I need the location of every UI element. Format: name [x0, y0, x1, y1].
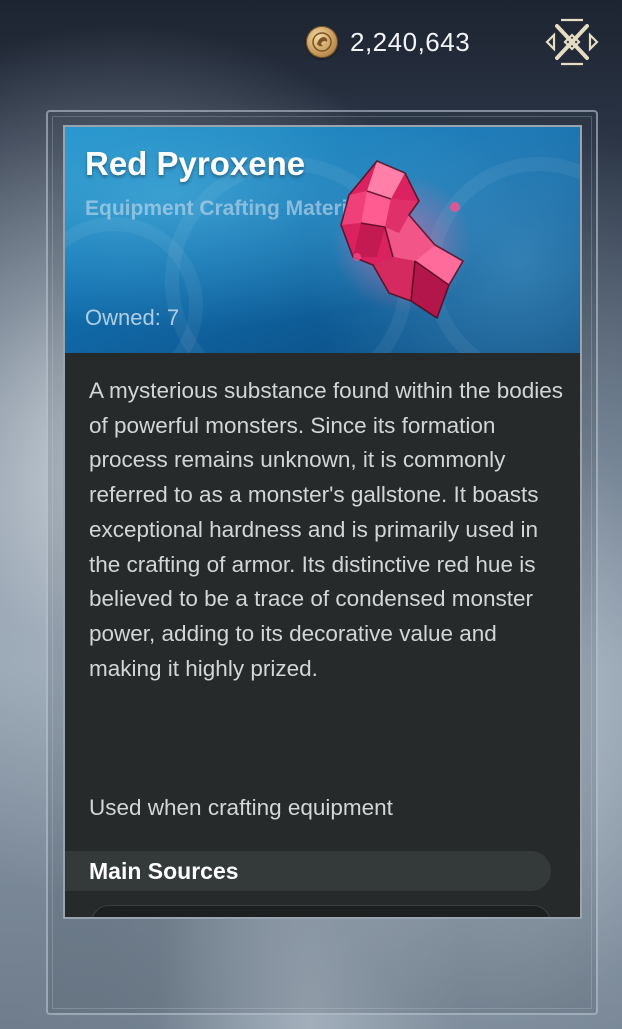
item-name: Red Pyroxene	[85, 145, 306, 182]
source-entry[interactable]	[91, 905, 551, 917]
owned-count: 7	[166, 305, 180, 330]
item-usage: Used when crafting equipment	[89, 795, 393, 820]
currency-display: 2,240,643	[306, 26, 470, 58]
top-bar: 2,240,643	[0, 0, 622, 84]
owned-label: Owned:	[85, 305, 161, 330]
coin-icon	[306, 26, 338, 58]
main-sources-header: Main Sources	[65, 851, 551, 891]
owned-count-label: Owned: 7	[85, 305, 179, 331]
currency-amount: 2,240,643	[350, 27, 471, 57]
item-header: Red Pyroxene Equipment Crafting Material…	[65, 127, 580, 353]
item-detail-card: Red Pyroxene Equipment Crafting Material…	[63, 125, 582, 919]
close-button[interactable]	[543, 16, 601, 68]
red-crystal-icon	[332, 160, 472, 320]
main-sources-title: Main Sources	[89, 858, 239, 884]
item-description: A mysterious substance found within the …	[89, 378, 564, 681]
close-icon	[545, 18, 599, 66]
